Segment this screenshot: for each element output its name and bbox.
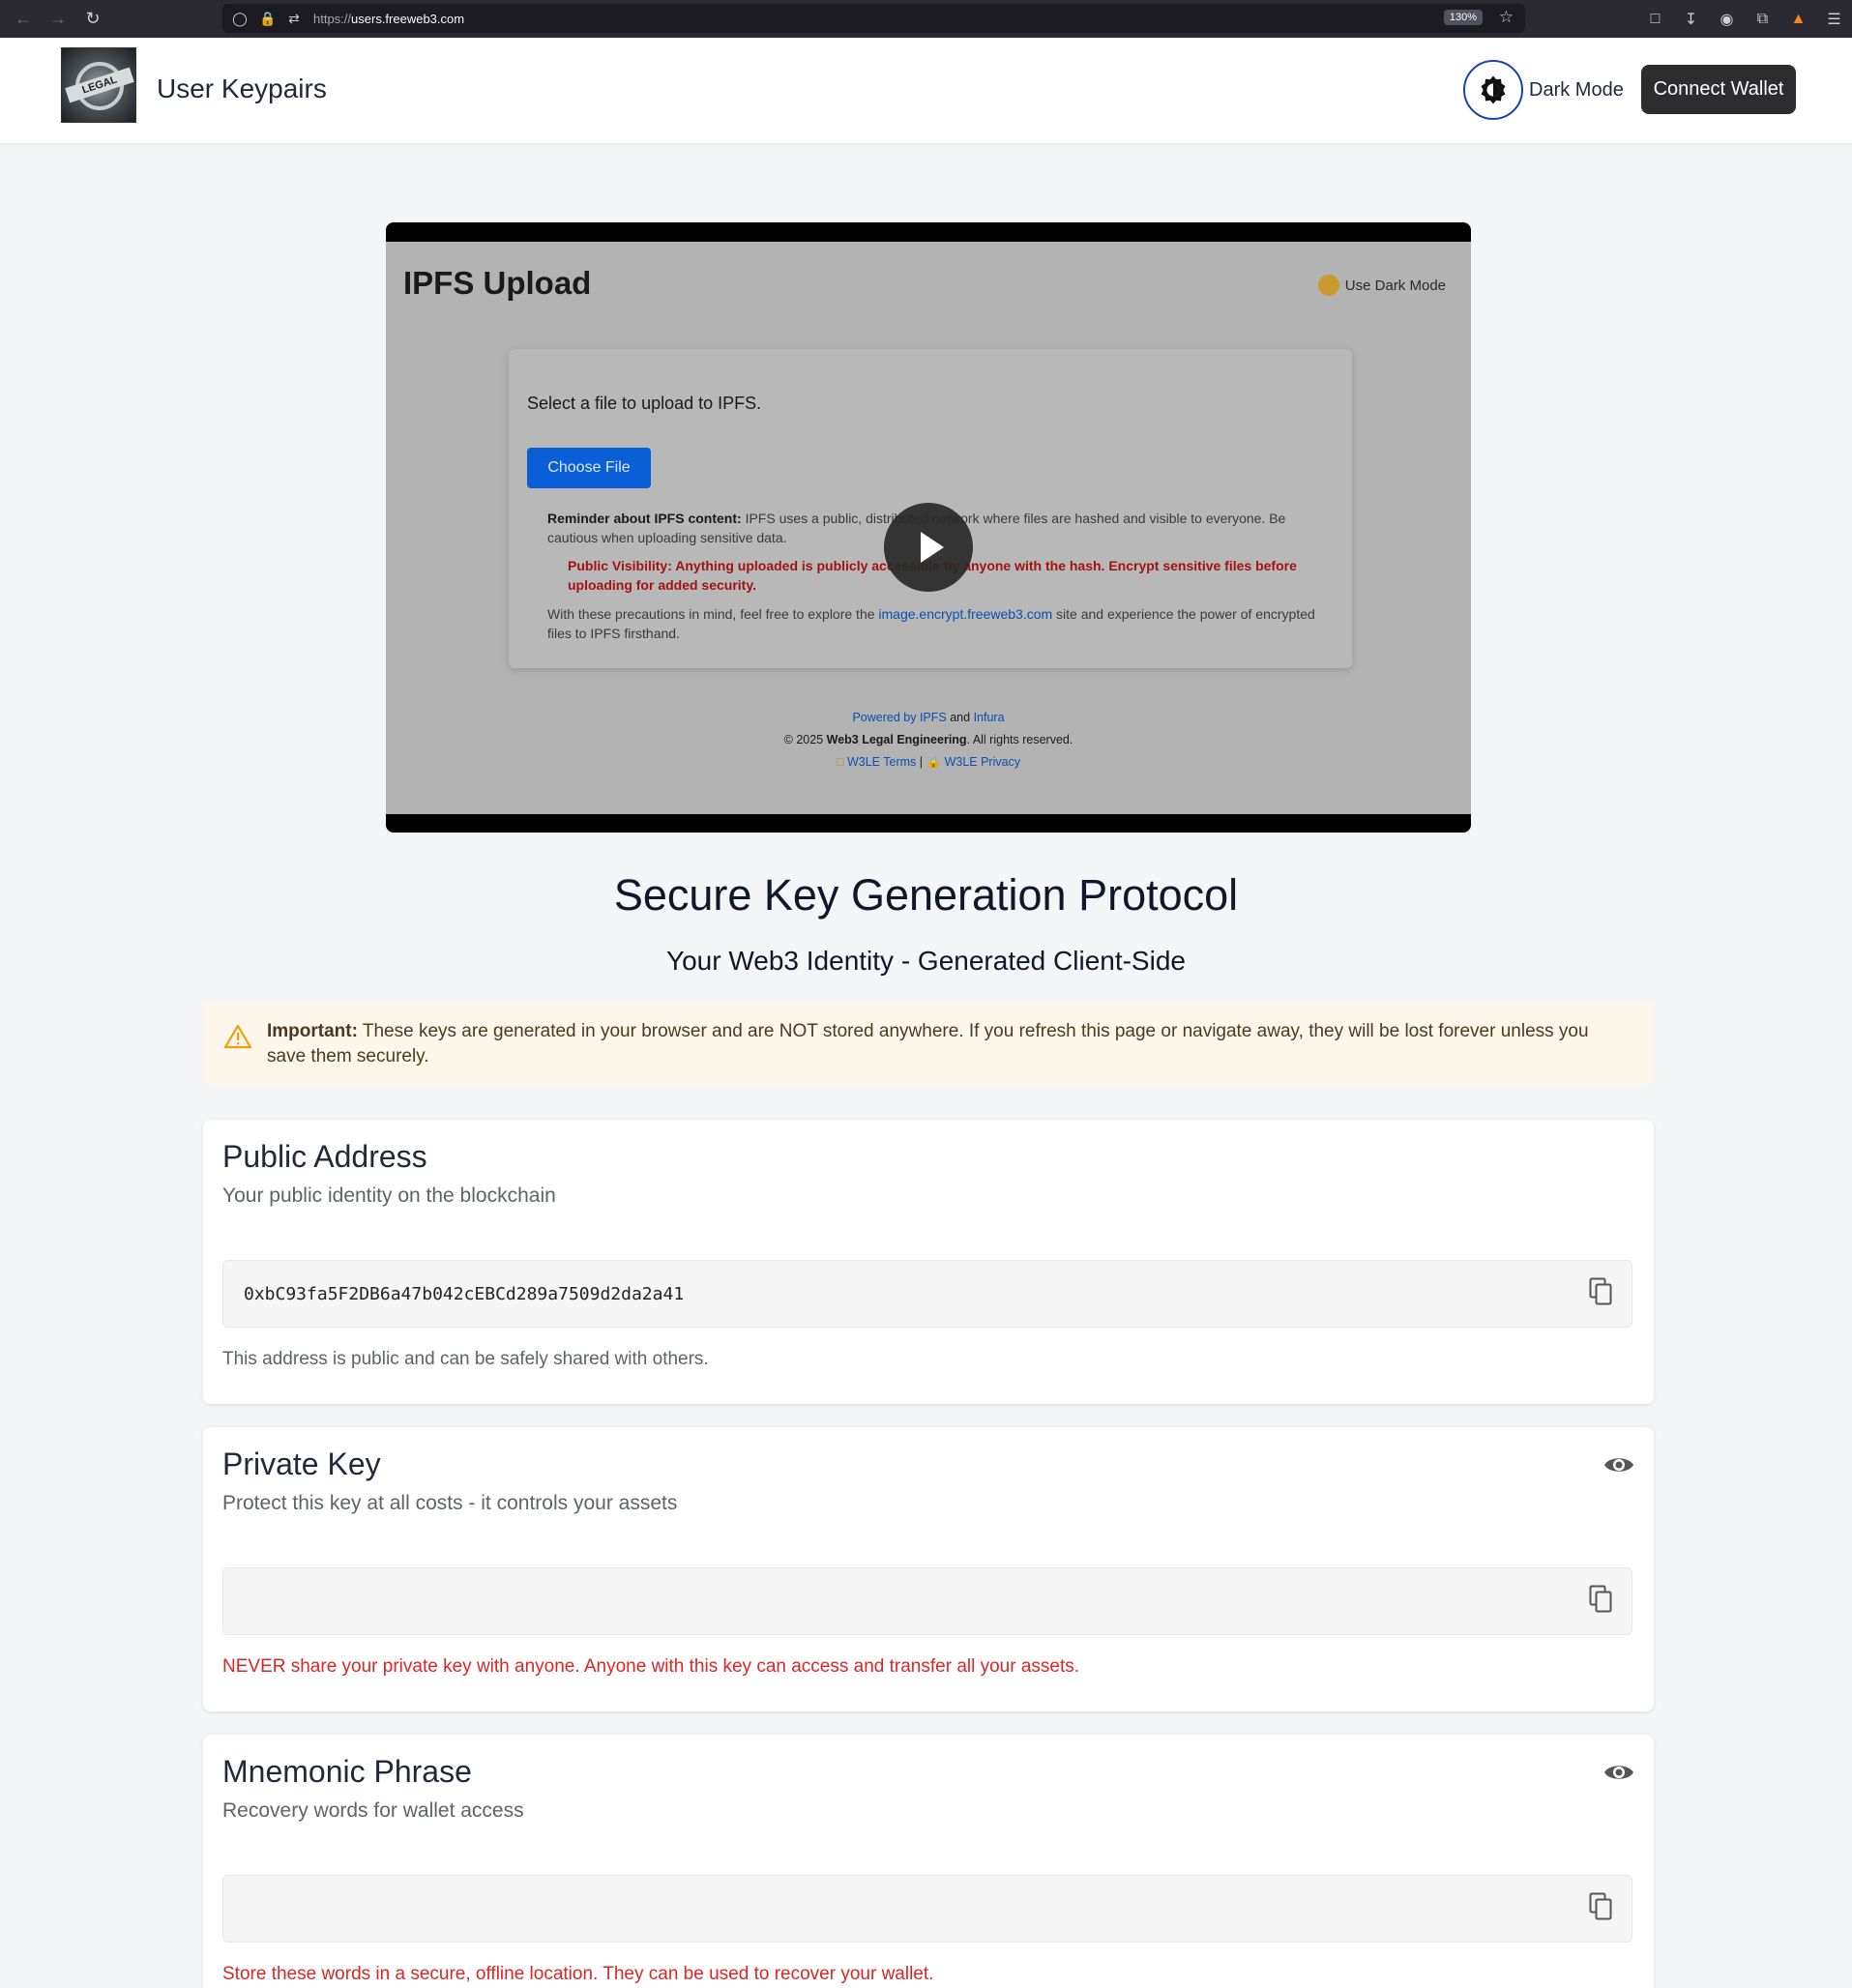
pocket-icon[interactable]: □ bbox=[1637, 11, 1673, 28]
shield-icon[interactable]: ◯ bbox=[232, 11, 248, 27]
browser-toolbar: ← → ↻ ◯ 🔒 ⇄ https://users.freeweb3.com 1… bbox=[0, 0, 1852, 38]
copy-icon[interactable] bbox=[1589, 1585, 1614, 1614]
public-address-title: Public Address bbox=[222, 1139, 427, 1174]
public-address-card: Public Address Your public identity on t… bbox=[203, 1120, 1654, 1404]
video-dark-mode-label: Use Dark Mode bbox=[1344, 277, 1446, 294]
warning-triangle-icon bbox=[223, 1024, 252, 1049]
legal-engineering-logo[interactable]: LEGAL bbox=[61, 47, 136, 123]
sun-icon bbox=[1317, 275, 1339, 296]
account-icon[interactable]: ◉ bbox=[1709, 10, 1745, 29]
eye-icon[interactable] bbox=[1603, 1762, 1634, 1783]
url-host: users.freeweb3.com bbox=[351, 11, 465, 26]
video-footer-sep: | bbox=[919, 755, 924, 769]
mnemonic-title: Mnemonic Phrase bbox=[222, 1754, 472, 1789]
video-footer-copy-prefix: © 2025 bbox=[783, 733, 827, 746]
lock-icon[interactable]: 🔒 bbox=[259, 11, 276, 27]
alert-label: Important: bbox=[267, 1021, 358, 1041]
alert-body: These keys are generated in your browser… bbox=[267, 1021, 1589, 1067]
public-address-note: This address is public and can be safely… bbox=[222, 1349, 709, 1369]
video-footer-ipfs: IPFS bbox=[919, 711, 947, 724]
page-title: Secure Key Generation Protocol bbox=[613, 870, 1239, 920]
video-footer: Powered by IPFS and Infura © 2025 Web3 L… bbox=[386, 707, 1471, 774]
video-precaution-link: image.encrypt.freeweb3.com bbox=[878, 606, 1053, 622]
video-footer-org: Web3 Legal Engineering bbox=[826, 733, 967, 746]
brightness-icon bbox=[1481, 75, 1506, 104]
copy-icon[interactable] bbox=[1589, 1277, 1614, 1306]
browser-toolbar-right: □ ↧ ◉ ⧉ ▲ ☰ bbox=[1637, 0, 1852, 38]
connect-wallet-button[interactable]: Connect Wallet bbox=[1641, 65, 1796, 114]
metamask-fox-icon[interactable]: ▲ bbox=[1780, 11, 1816, 28]
video-precaution-before: With these precautions in mind, feel fre… bbox=[547, 606, 879, 622]
eye-icon[interactable] bbox=[1603, 1454, 1634, 1476]
app-title: User Keypairs bbox=[157, 73, 327, 103]
permissions-icon[interactable]: ⇄ bbox=[286, 11, 302, 27]
private-key-warning: NEVER share your private key with anyone… bbox=[222, 1656, 1080, 1677]
mnemonic-card: Mnemonic Phrase Recovery words for walle… bbox=[203, 1735, 1654, 1988]
video-footer-powered: Powered by IPFS and Infura bbox=[386, 707, 1471, 729]
public-address-field[interactable]: 0xbC93fa5F2DB6a47b042cEBCd289a7509d2da2a… bbox=[222, 1260, 1632, 1328]
reload-icon[interactable]: ↻ bbox=[75, 1, 110, 36]
video-footer-copyright: © 2025 Web3 Legal Engineering. All right… bbox=[386, 729, 1471, 751]
public-address-value[interactable]: 0xbC93fa5F2DB6a47b042cEBCd289a7509d2da2a… bbox=[244, 1284, 684, 1304]
copy-icon[interactable] bbox=[1589, 1892, 1614, 1921]
video-footer-and: and bbox=[950, 711, 971, 724]
app-header: LEGAL User Keypairs Dark Mode Connect Wa… bbox=[0, 38, 1852, 143]
mnemonic-subtitle: Recovery words for wallet access bbox=[222, 1799, 524, 1822]
video-footer-terms: W3LE Terms bbox=[846, 755, 917, 769]
video-footer-links: □ W3LE Terms | 🔒 W3LE Privacy bbox=[386, 751, 1471, 774]
public-address-subtitle: Your public identity on the blockchain bbox=[222, 1184, 556, 1207]
video-dark-mode-toggle: Use Dark Mode bbox=[1317, 275, 1446, 296]
video-frame: IPFS Upload Use Dark Mode Select a file … bbox=[386, 242, 1471, 814]
extensions-icon[interactable]: ⧉ bbox=[1745, 11, 1780, 28]
play-icon[interactable] bbox=[884, 503, 973, 592]
url-text[interactable]: https://users.freeweb3.com bbox=[313, 12, 464, 26]
video-footer-privacy: W3LE Privacy bbox=[944, 755, 1021, 769]
lock-emoji-icon: 🔒 bbox=[926, 755, 942, 769]
private-key-subtitle: Protect this key at all costs - it contr… bbox=[222, 1492, 678, 1514]
video-player[interactable]: IPFS Upload Use Dark Mode Select a file … bbox=[386, 222, 1471, 833]
video-choose-file-button: Choose File bbox=[527, 448, 651, 488]
bookmark-star-icon[interactable]: ☆ bbox=[1499, 8, 1514, 27]
private-key-field[interactable] bbox=[222, 1567, 1632, 1635]
video-footer-infura: Infura bbox=[973, 711, 1005, 724]
menu-icon[interactable]: ☰ bbox=[1816, 10, 1852, 29]
mnemonic-warning: Store these words in a secure, offline l… bbox=[222, 1964, 934, 1984]
forward-icon[interactable]: → bbox=[41, 1, 75, 36]
video-footer-copy-suffix: . All rights reserved. bbox=[966, 733, 1073, 746]
scroll-icon: □ bbox=[836, 755, 844, 769]
back-icon[interactable]: ← bbox=[6, 1, 41, 36]
address-bar[interactable]: ◯ 🔒 ⇄ https://users.freeweb3.com 130% ☆ bbox=[222, 4, 1525, 33]
video-select-text: Select a file to upload to IPFS. bbox=[527, 394, 762, 413]
url-prefix: https:// bbox=[313, 11, 352, 26]
mnemonic-field[interactable] bbox=[222, 1875, 1632, 1943]
downloads-icon[interactable]: ↧ bbox=[1673, 10, 1709, 29]
video-footer-powered-label: Powered by bbox=[852, 711, 917, 724]
dark-mode-label[interactable]: Dark Mode bbox=[1529, 79, 1624, 102]
video-ipfs-title: IPFS Upload bbox=[403, 265, 592, 301]
video-reminder-label: Reminder about IPFS content: bbox=[547, 511, 742, 526]
zoom-badge[interactable]: 130% bbox=[1443, 10, 1483, 25]
private-key-title: Private Key bbox=[222, 1447, 381, 1481]
page-subtitle: Your Web3 Identity - Generated Client-Si… bbox=[666, 946, 1186, 976]
dark-mode-toggle-button[interactable] bbox=[1463, 60, 1523, 120]
important-alert: Important: These keys are generated in y… bbox=[203, 1002, 1654, 1085]
private-key-card: Private Key Protect this key at all cost… bbox=[203, 1427, 1654, 1711]
video-precaution: With these precautions in mind, feel fre… bbox=[547, 604, 1331, 643]
alert-text: Important: These keys are generated in y… bbox=[267, 1019, 1621, 1069]
